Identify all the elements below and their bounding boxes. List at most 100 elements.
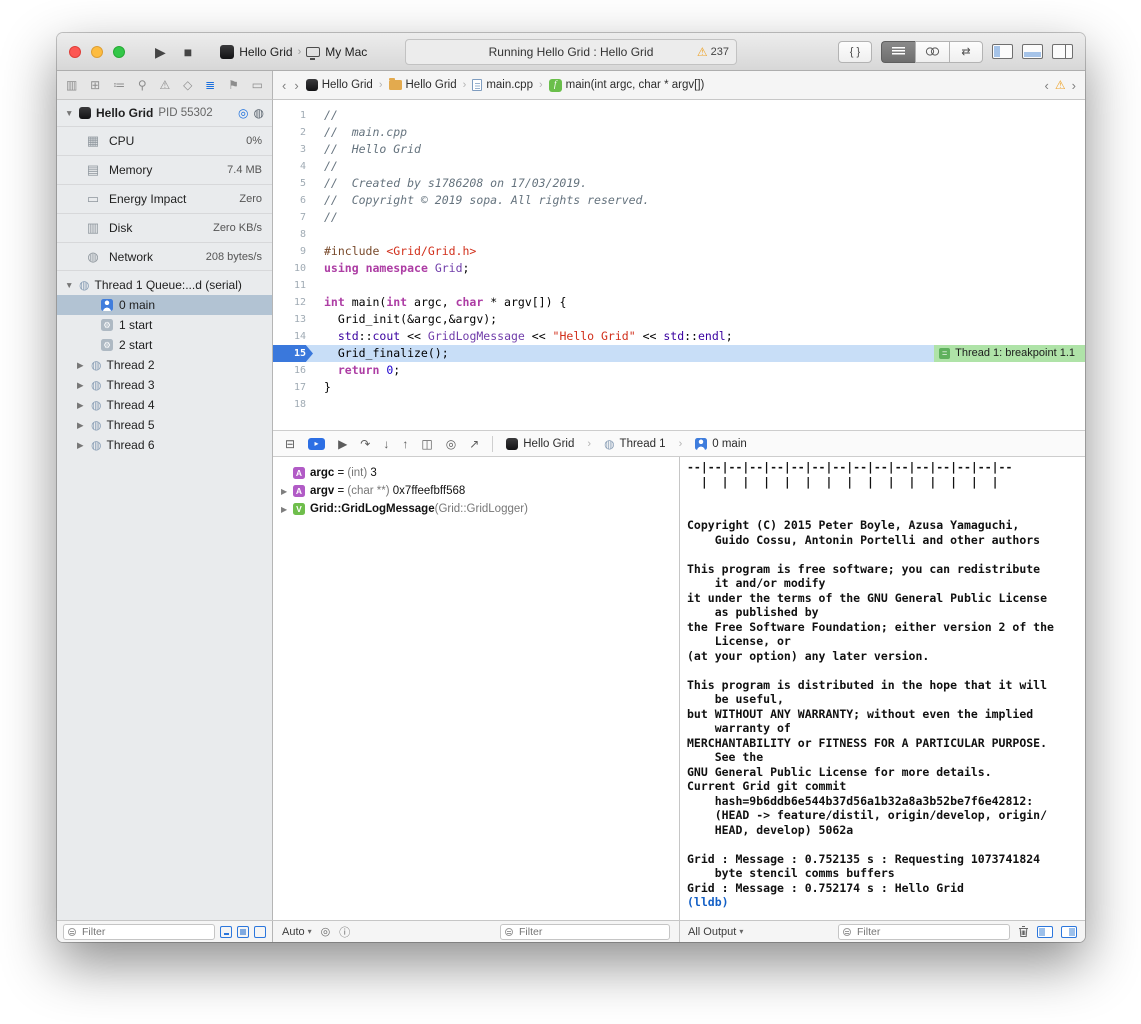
next-issue-button[interactable]: › bbox=[1071, 78, 1077, 93]
previous-issue-button[interactable]: ‹ bbox=[1044, 78, 1050, 93]
line-number[interactable]: 2 bbox=[273, 124, 313, 141]
hide-debug-area-icon[interactable]: ⊟ bbox=[285, 437, 295, 451]
thread-row-6[interactable]: ▶◍Thread 6 bbox=[57, 435, 272, 455]
code-line-3[interactable]: 3// Hello Grid bbox=[273, 141, 1085, 158]
code-line-9[interactable]: 9#include <Grid/Grid.h> bbox=[273, 243, 1085, 260]
source-control-navigator-icon[interactable]: ⊞ bbox=[90, 78, 100, 92]
thread-row-3[interactable]: ▶◍Thread 3 bbox=[57, 375, 272, 395]
trash-icon[interactable] bbox=[1018, 925, 1029, 938]
breadcrumb-symbol[interactable]: f main(int argc, char * argv[]) bbox=[549, 79, 705, 92]
symbol-navigator-icon[interactable]: ≔ bbox=[113, 78, 125, 92]
debug-breadcrumb-thread[interactable]: ◍ Thread 1 bbox=[604, 437, 666, 451]
debug-navigator-icon[interactable]: ≣ bbox=[205, 78, 215, 92]
breadcrumb-project[interactable]: Hello Grid bbox=[306, 79, 373, 91]
stacked-view-icon[interactable] bbox=[254, 926, 266, 938]
close-window-icon[interactable] bbox=[69, 46, 81, 58]
stack-frame-1-start[interactable]: ⚙1 start bbox=[57, 315, 272, 335]
line-number[interactable]: 18 bbox=[273, 396, 313, 413]
console-filter-input[interactable] bbox=[839, 926, 1009, 938]
disclosure-icon[interactable]: ▶ bbox=[281, 487, 293, 496]
filter-crashed-threads-icon[interactable] bbox=[220, 926, 232, 938]
code-line-11[interactable]: 11 bbox=[273, 277, 1085, 294]
version-editor-button[interactable]: ⇄ bbox=[949, 41, 983, 63]
issue-navigator-icon[interactable]: ⚠ bbox=[160, 78, 171, 92]
variable-row-Grid-GridLogMessage[interactable]: ▶VGrid::GridLogMessage (Grid::GridLogger… bbox=[281, 500, 671, 518]
code-line-17[interactable]: 17} bbox=[273, 379, 1085, 396]
line-number[interactable]: 14 bbox=[273, 328, 313, 345]
navigator-filter-input[interactable] bbox=[64, 926, 214, 938]
line-number[interactable]: 9 bbox=[273, 243, 313, 260]
line-number[interactable]: 15 bbox=[273, 345, 313, 362]
code-snippets-button[interactable]: { } bbox=[838, 41, 872, 63]
thread-row-2[interactable]: ▶◍Thread 2 bbox=[57, 355, 272, 375]
line-number[interactable]: 3 bbox=[273, 141, 313, 158]
code-line-14[interactable]: 14 std::cout << GridLogMessage << "Hello… bbox=[273, 328, 1085, 345]
breadcrumb-file[interactable]: main.cpp bbox=[472, 79, 533, 91]
gauge-row-memory[interactable]: ▤Memory7.4 MB bbox=[57, 155, 272, 184]
standard-editor-button[interactable] bbox=[881, 41, 915, 63]
line-number[interactable]: 8 bbox=[273, 226, 313, 243]
line-number[interactable]: 5 bbox=[273, 175, 313, 192]
code-line-12[interactable]: 12int main(int argc, char * argv[]) { bbox=[273, 294, 1085, 311]
run-button[interactable]: ▶ bbox=[151, 43, 170, 61]
variables-scope-popup[interactable]: Auto ▾ bbox=[282, 926, 312, 938]
line-number[interactable]: 16 bbox=[273, 362, 313, 379]
quicklook-icon[interactable]: ◎ bbox=[321, 925, 331, 938]
line-number[interactable]: 1 bbox=[273, 107, 313, 124]
warning-badge[interactable]: ⚠ 237 bbox=[697, 40, 729, 64]
warning-icon[interactable]: ⚠ bbox=[1055, 78, 1066, 92]
view-debugging-icon[interactable]: ◫ bbox=[421, 437, 432, 451]
line-number[interactable]: 12 bbox=[273, 294, 313, 311]
line-number[interactable]: 11 bbox=[273, 277, 313, 294]
line-number[interactable]: 17 bbox=[273, 379, 313, 396]
thread-row-4[interactable]: ▶◍Thread 4 bbox=[57, 395, 272, 415]
test-navigator-icon[interactable]: ◇ bbox=[183, 78, 192, 92]
memory-graph-icon[interactable]: ◍ bbox=[254, 106, 264, 120]
breakpoint-navigator-icon[interactable]: ⚑ bbox=[228, 78, 239, 92]
assistant-editor-button[interactable] bbox=[915, 41, 949, 63]
simulate-location-icon[interactable]: ↗ bbox=[469, 437, 479, 451]
disclosure-icon[interactable]: ▼ bbox=[65, 108, 74, 118]
report-navigator-icon[interactable]: ▭ bbox=[252, 78, 263, 92]
stack-frame-0-main[interactable]: 0 main bbox=[57, 295, 272, 315]
source-editor[interactable]: 1//2// main.cpp3// Hello Grid4//5// Crea… bbox=[273, 100, 1085, 430]
step-over-icon[interactable]: ↷ bbox=[360, 437, 370, 451]
flat-view-icon[interactable] bbox=[237, 926, 249, 938]
step-into-icon[interactable]: ↓ bbox=[383, 437, 389, 451]
debug-breadcrumb-process[interactable]: Hello Grid bbox=[506, 438, 574, 450]
show-console-view-icon[interactable] bbox=[1061, 926, 1077, 938]
console-output-popup[interactable]: All Output ▾ bbox=[688, 926, 743, 938]
code-line-4[interactable]: 4// bbox=[273, 158, 1085, 175]
code-line-10[interactable]: 10using namespace Grid; bbox=[273, 260, 1085, 277]
toggle-navigator-button[interactable] bbox=[992, 44, 1013, 59]
breadcrumb-group[interactable]: Hello Grid bbox=[389, 79, 457, 91]
info-icon[interactable]: ⓘ bbox=[339, 924, 350, 940]
line-number[interactable]: 13 bbox=[273, 311, 313, 328]
toggle-debug-area-button[interactable] bbox=[1022, 44, 1043, 59]
zoom-window-icon[interactable] bbox=[113, 46, 125, 58]
gauge-row-energy-impact[interactable]: ▭Energy ImpactZero bbox=[57, 184, 272, 213]
gauge-row-network[interactable]: ◍Network208 bytes/s bbox=[57, 242, 272, 271]
stack-frame-2-start[interactable]: ⚙2 start bbox=[57, 335, 272, 355]
gauge-row-cpu[interactable]: ▦CPU0% bbox=[57, 126, 272, 155]
line-number[interactable]: 7 bbox=[273, 209, 313, 226]
memory-graph-icon[interactable]: ◎ bbox=[446, 437, 456, 451]
variables-view[interactable]: Aargc = (int) 3▶Aargv = (char **) 0x7ffe… bbox=[273, 457, 680, 920]
back-button[interactable]: ‹ bbox=[281, 78, 287, 93]
code-line-8[interactable]: 8 bbox=[273, 226, 1085, 243]
code-line-16[interactable]: 16 return 0; bbox=[273, 362, 1085, 379]
thread-row-5[interactable]: ▶◍Thread 5 bbox=[57, 415, 272, 435]
variable-row-argv[interactable]: ▶Aargv = (char **) 0x7ffeefbff568 bbox=[281, 482, 671, 500]
disclosure-icon[interactable]: ▶ bbox=[77, 360, 86, 371]
project-navigator-icon[interactable]: ▥ bbox=[66, 78, 77, 92]
process-row[interactable]: ▼ Hello Grid PID 55302 ◎ ◍ bbox=[57, 100, 272, 126]
disclosure-icon[interactable]: ▶ bbox=[77, 440, 86, 451]
code-line-18[interactable]: 18 bbox=[273, 396, 1085, 413]
code-line-5[interactable]: 5// Created by s1786208 on 17/03/2019. bbox=[273, 175, 1085, 192]
stop-button[interactable]: ■ bbox=[180, 43, 196, 61]
disclosure-icon[interactable]: ▶ bbox=[281, 505, 293, 514]
navigator-filter-field[interactable] bbox=[63, 924, 215, 940]
debug-breadcrumb-frame[interactable]: 0 main bbox=[695, 438, 747, 450]
disclosure-icon[interactable]: ▶ bbox=[77, 420, 86, 431]
variables-filter-input[interactable] bbox=[501, 926, 669, 938]
